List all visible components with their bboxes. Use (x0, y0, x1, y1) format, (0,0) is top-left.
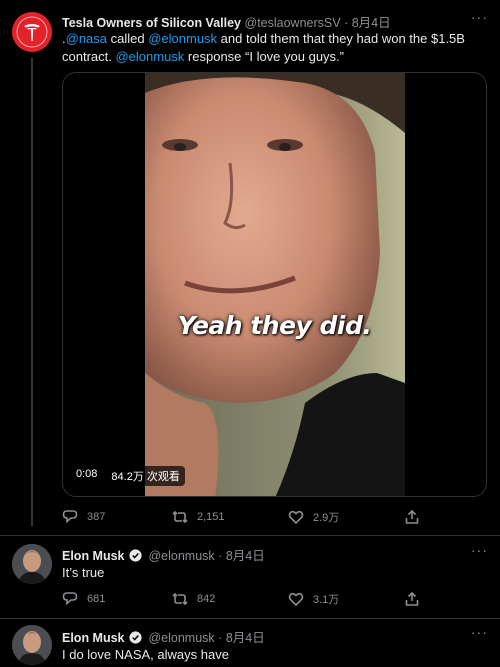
retweet-icon (172, 592, 188, 606)
tesla-logo-icon (12, 12, 52, 52)
reply-count: 387 (87, 511, 106, 523)
more-options-icon[interactable]: ··· (471, 542, 488, 558)
reply-icon (62, 510, 78, 524)
separator-dot: · (344, 16, 349, 30)
tweet-header: Tesla Owners of Silicon Valley @teslaown… (62, 12, 391, 31)
author-handle[interactable]: @elonmusk (148, 549, 214, 563)
video-views: 84.2万 次观看 (106, 466, 185, 486)
mention-elonmusk[interactable]: @elonmusk (148, 31, 217, 46)
verified-badge-icon (129, 549, 142, 562)
tesla-owners-avatar[interactable] (12, 12, 52, 52)
video-meta: 0:08 84.2万 次观看 (71, 466, 185, 486)
tweet-elon-reply-1[interactable]: Elon Musk @elonmusk · 8月4日 ··· It’s true… (0, 536, 500, 621)
mention-nasa[interactable]: @nasa (66, 31, 107, 46)
tweet-date[interactable]: 8月4日 (226, 631, 265, 645)
author-name[interactable]: Tesla Owners of Silicon Valley (62, 16, 241, 30)
tweet-actions: 387 2,151 2.9万 (62, 509, 442, 525)
tweet-date[interactable]: 8月4日 (352, 16, 391, 30)
elon-avatar-image (12, 625, 52, 665)
reply-button[interactable]: 387 (62, 509, 105, 525)
tweet-text: .@nasa called @elonmusk and told them th… (62, 30, 482, 65)
author-name[interactable]: Elon Musk (62, 549, 125, 563)
tweet-actions: 681 842 3.1万 (62, 591, 442, 607)
more-options-icon[interactable]: ··· (471, 9, 488, 25)
retweet-count: 2,151 (197, 511, 225, 523)
video-caption: Yeah they did. (177, 311, 372, 340)
tweet-text: I do love NASA, always have (62, 647, 229, 662)
reply-icon (62, 592, 78, 606)
elon-musk-avatar[interactable] (12, 625, 52, 665)
author-handle[interactable]: @teslaownersSV (245, 16, 341, 30)
share-button[interactable] (404, 591, 420, 607)
like-button[interactable]: 2.9万 (288, 509, 339, 525)
text-segment: called (107, 31, 149, 46)
retweet-button[interactable]: 2,151 (172, 509, 225, 525)
separator-dot: · (218, 549, 223, 563)
elon-musk-avatar[interactable] (12, 544, 52, 584)
tweet-header: Elon Musk @elonmusk · 8月4日 (62, 627, 265, 646)
video-duration: 0:08 (71, 466, 103, 486)
video-frame-image (145, 73, 405, 496)
heart-icon (288, 592, 304, 607)
separator-dot: · (218, 631, 223, 645)
tweet-text: It’s true (62, 565, 105, 580)
retweet-icon (172, 510, 188, 524)
tweet-header: Elon Musk @elonmusk · 8月4日 (62, 545, 265, 564)
like-count: 3.1万 (313, 594, 340, 606)
retweet-button[interactable]: 842 (172, 591, 215, 607)
more-options-icon[interactable]: ··· (471, 624, 488, 640)
author-handle[interactable]: @elonmusk (148, 631, 214, 645)
mention-elonmusk[interactable]: @elonmusk (115, 49, 184, 64)
share-icon (405, 509, 419, 524)
share-icon (405, 591, 419, 606)
retweet-count: 842 (197, 593, 216, 605)
like-button[interactable]: 3.1万 (288, 591, 339, 607)
author-name[interactable]: Elon Musk (62, 631, 125, 645)
share-button[interactable] (404, 509, 420, 525)
text-segment: response “I love you guys.” (184, 48, 345, 64)
tweet-date[interactable]: 8月4日 (226, 549, 265, 563)
reply-count: 681 (87, 593, 106, 605)
video-player[interactable]: Yeah they did. 0:08 84.2万 次观看 (62, 72, 487, 497)
tweet-tesla-owners[interactable]: Tesla Owners of Silicon Valley @teslaown… (0, 0, 500, 535)
like-count: 2.9万 (313, 512, 340, 524)
reply-button[interactable]: 681 (62, 591, 105, 607)
tweet-elon-reply-2[interactable]: Elon Musk @elonmusk · 8月4日 ··· I do love… (0, 619, 500, 667)
elon-avatar-image (12, 544, 52, 584)
verified-badge-icon (129, 631, 142, 644)
heart-icon (288, 510, 304, 525)
